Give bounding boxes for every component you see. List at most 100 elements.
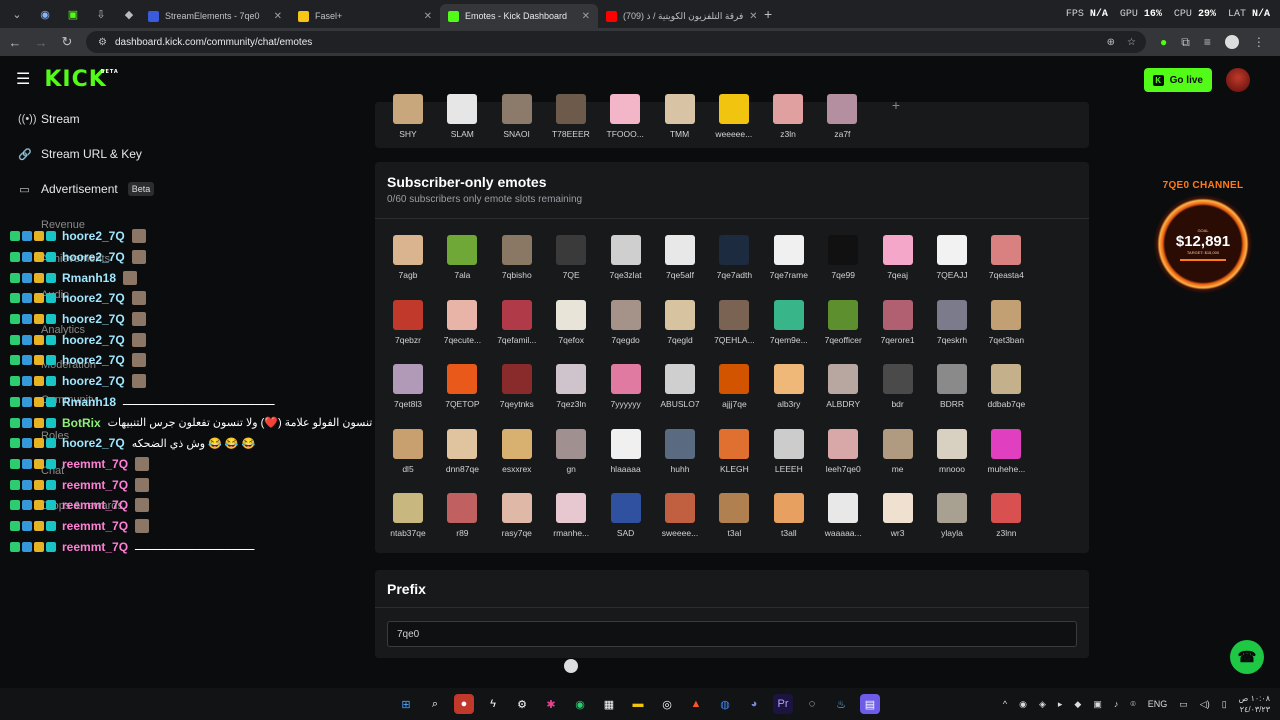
close-tab-icon[interactable]: ✕ xyxy=(424,11,432,22)
close-tab-icon[interactable]: ✕ xyxy=(274,11,282,22)
emote-item[interactable]: esxxrex xyxy=(490,428,544,489)
emote-item[interactable]: ABUSLO7 xyxy=(653,364,707,424)
microphone-icon[interactable]: ♪ xyxy=(1114,699,1119,709)
emote-item[interactable]: z3ln xyxy=(761,94,815,154)
tray-app-icon[interactable]: ▣ xyxy=(1093,699,1102,710)
emote-item[interactable]: rmanhe... xyxy=(544,493,598,553)
emote-item[interactable]: bdr xyxy=(871,364,925,424)
emote-item[interactable]: 7qe3zlat xyxy=(599,235,653,295)
emote-item[interactable]: 7qbisho xyxy=(490,235,544,295)
emote-item[interactable]: rasy7qe xyxy=(490,493,544,553)
emote-item[interactable]: ntab37qe xyxy=(381,493,435,553)
url-field[interactable]: ⚙ dashboard.kick.com/community/chat/emot… xyxy=(86,31,1146,53)
tab-kick-dashboard[interactable]: Emotes - Kick Dashboard ✕ xyxy=(440,4,598,28)
emote-item[interactable]: 7qet3ban xyxy=(979,299,1033,360)
tray-app-icon[interactable]: ◈ xyxy=(1039,699,1046,710)
emote-item[interactable]: huhh xyxy=(653,428,707,489)
sidebar-item-stream[interactable]: ((•)) Stream xyxy=(18,112,80,126)
emote-item[interactable]: muhehe... xyxy=(979,428,1033,489)
settings-icon[interactable]: ⚙ xyxy=(512,694,532,714)
forward-icon[interactable]: → xyxy=(30,35,52,50)
emote-item[interactable]: 7qe99 xyxy=(816,235,870,295)
emote-item[interactable]: gn xyxy=(544,428,598,489)
emote-item[interactable]: SAD xyxy=(599,493,653,553)
emote-item[interactable]: leeh7qe0 xyxy=(816,428,870,489)
emote-item[interactable]: SLAM xyxy=(435,94,489,154)
emote-item[interactable]: 7qecute... xyxy=(435,299,489,360)
emote-item[interactable]: 7qefox xyxy=(544,299,598,360)
emote-item[interactable]: 7qet8l3 xyxy=(381,364,435,424)
emote-item[interactable]: dnn87qe xyxy=(435,428,489,489)
steam-icon[interactable]: ♨ xyxy=(831,694,851,714)
tab-youtube[interactable]: (709) فرقة التلفزيون الكويتية / ذ ✕ xyxy=(598,4,756,28)
close-tab-icon[interactable]: ✕ xyxy=(582,11,590,22)
emote-item[interactable]: BDRR xyxy=(925,364,979,424)
emote-item[interactable]: alb3ry xyxy=(762,364,816,424)
tab-fasel[interactable]: Fasel+ ✕ xyxy=(290,4,440,28)
emote-item[interactable]: 7QETOP xyxy=(435,364,489,424)
new-tab-button[interactable]: + xyxy=(764,6,772,22)
tray-play-icon[interactable]: ▸ xyxy=(1058,699,1063,710)
emote-item[interactable]: 7qeasta4 xyxy=(979,235,1033,295)
obs-icon[interactable]: ◎ xyxy=(657,694,677,714)
emote-item[interactable]: 7ala xyxy=(435,235,489,295)
emote-item[interactable]: weeeee... xyxy=(707,94,761,154)
emote-item[interactable]: 7qeytnks xyxy=(490,364,544,424)
emote-item[interactable]: ddbab7qe xyxy=(979,364,1033,424)
user-avatar[interactable] xyxy=(1226,68,1250,92)
sidebar-item-advertisement[interactable]: ▭ Advertisement Beta xyxy=(18,182,155,196)
help-chat-button[interactable]: ☎ xyxy=(1230,640,1264,674)
tray-app-icon[interactable]: ◆ xyxy=(1074,699,1081,710)
emote-item[interactable]: SHY xyxy=(381,94,435,154)
discord-icon[interactable]: ◕ xyxy=(744,694,764,714)
tab-search-icon[interactable]: ⌄ xyxy=(6,3,28,25)
app-icon[interactable]: ▦ xyxy=(599,694,619,714)
extension-icon[interactable]: ● xyxy=(1160,35,1167,49)
language-indicator[interactable]: ENG xyxy=(1148,699,1168,709)
emote-item[interactable]: 7agb xyxy=(381,235,435,295)
emote-item[interactable]: 7qez3ln xyxy=(544,364,598,424)
extensions-puzzle-icon[interactable]: ⧉ xyxy=(1181,35,1190,50)
emote-item[interactable]: t3all xyxy=(762,493,816,553)
close-tab-icon[interactable]: ✕ xyxy=(749,11,756,22)
kick-logo[interactable]: KICK BETA xyxy=(44,67,117,92)
emote-item[interactable]: 7qefamil... xyxy=(490,299,544,360)
battery-icon[interactable]: ▯ xyxy=(1222,699,1227,710)
back-icon[interactable]: ← xyxy=(4,35,26,50)
emote-item[interactable]: dl5 xyxy=(381,428,435,489)
browser-menu-icon[interactable]: ⋮ xyxy=(1253,35,1265,49)
emote-item[interactable]: ajjj7qe xyxy=(707,364,761,424)
clock[interactable]: ١٠:٠٨ ص ٢٤/٠٣/٢٣ xyxy=(1239,693,1270,715)
emote-item[interactable]: KLEGH xyxy=(707,428,761,489)
emote-item[interactable]: 7qe5alf xyxy=(653,235,707,295)
app-icon[interactable]: ϟ xyxy=(483,694,503,714)
emote-item[interactable]: me xyxy=(871,428,925,489)
pinned-tab-icon[interactable]: ⇩ xyxy=(90,3,112,25)
profile-avatar[interactable] xyxy=(1224,35,1239,49)
emote-item[interactable]: TFOOO... xyxy=(598,94,652,154)
brave-icon[interactable]: ▲ xyxy=(686,694,706,714)
emote-item[interactable]: T78EEER xyxy=(544,94,598,154)
tray-arrow-icon[interactable]: ^ xyxy=(1003,699,1007,709)
menu-icon[interactable]: ☰ xyxy=(16,69,30,89)
emote-item[interactable]: 7qerore1 xyxy=(871,299,925,360)
pinned-tab-icon[interactable]: ▣ xyxy=(62,3,84,25)
reload-icon[interactable]: ↻ xyxy=(56,34,78,50)
reading-list-icon[interactable]: ≡ xyxy=(1204,35,1211,49)
emote-item[interactable]: TMM xyxy=(653,94,707,154)
emote-item[interactable]: ylayla xyxy=(925,493,979,553)
start-icon[interactable]: ⊞ xyxy=(396,694,416,714)
prefix-input[interactable]: 7qe0 xyxy=(387,621,1077,647)
tab-streamelements[interactable]: StreamElements - 7qe0 ✕ xyxy=(140,4,290,28)
emote-item[interactable]: LEEEH xyxy=(762,428,816,489)
folder-icon[interactable]: ▬ xyxy=(628,694,648,714)
volume-icon[interactable]: ◁) xyxy=(1200,699,1210,710)
emote-item[interactable]: SNAOI xyxy=(490,94,544,154)
emote-item[interactable]: 7QE xyxy=(544,235,598,295)
emote-item[interactable]: 7qegdo xyxy=(599,299,653,360)
sidebar-item-stream-url-key[interactable]: 🔗 Stream URL & Key xyxy=(18,147,142,161)
add-emote-icon[interactable]: + xyxy=(881,98,911,130)
emote-item[interactable]: 7yyyyyy xyxy=(599,364,653,424)
app-icon[interactable]: ◉ xyxy=(570,694,590,714)
emote-item[interactable]: 7QEHLA... xyxy=(707,299,761,360)
